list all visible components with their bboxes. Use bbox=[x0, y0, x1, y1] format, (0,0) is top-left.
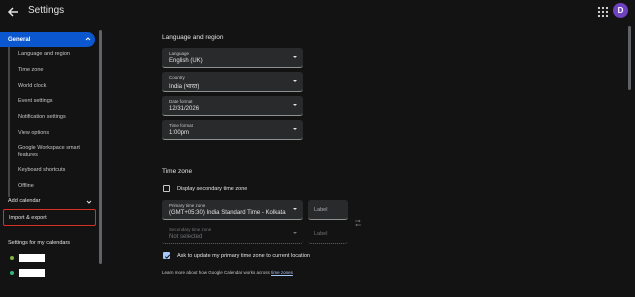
secondary-time-zone-select[interactable]: Secondary time zone Not selected bbox=[162, 224, 303, 244]
time-zones-link[interactable]: time zones bbox=[271, 270, 293, 275]
page-scrollbar[interactable] bbox=[628, 26, 631, 90]
subnav-line bbox=[8, 47, 10, 197]
sidebar-item-label: General bbox=[8, 36, 31, 43]
apps-grid-icon[interactable] bbox=[597, 6, 609, 18]
sidebar-item-offline[interactable]: Offline bbox=[18, 183, 98, 190]
date-format-select[interactable]: Date format 12/31/2026 bbox=[162, 96, 303, 116]
dropdown-arrow-icon bbox=[293, 208, 297, 210]
ask-update-checkbox-row[interactable]: Ask to update my primary time zone to cu… bbox=[163, 252, 310, 259]
language-select[interactable]: Language English (UK) bbox=[162, 48, 303, 68]
header: Settings D bbox=[0, 0, 635, 24]
redacted-calendar-name bbox=[19, 254, 45, 262]
sidebar-scrollbar[interactable] bbox=[99, 30, 102, 264]
dropdown-arrow-icon bbox=[293, 128, 297, 130]
secondary-time-zone-checkbox-row[interactable]: Display secondary time zone bbox=[163, 185, 247, 192]
dropdown-arrow-icon bbox=[293, 104, 297, 106]
checkmark-icon bbox=[164, 254, 171, 259]
chevron-up-icon bbox=[85, 37, 91, 41]
dropdown-arrow-icon bbox=[293, 56, 297, 58]
dropdown-arrow-icon bbox=[293, 232, 297, 234]
field-label: Date format bbox=[169, 99, 193, 104]
settings-app: Settings D General Language and region T… bbox=[0, 0, 635, 297]
back-arrow-icon[interactable] bbox=[6, 5, 20, 19]
sidebar-item-general[interactable]: General bbox=[0, 32, 95, 47]
settings-sidebar: General Language and region Time zone Wo… bbox=[0, 28, 100, 297]
calendar-item[interactable] bbox=[10, 254, 45, 262]
field-value: 12/31/2026 bbox=[169, 106, 200, 112]
sidebar-item-view-options[interactable]: View options bbox=[18, 130, 98, 137]
redacted-calendar-name bbox=[19, 269, 45, 277]
sidebar-item-import-export[interactable]: Import & export bbox=[3, 209, 96, 226]
field-value: Not selected bbox=[169, 234, 203, 240]
sidebar-item-world-clock[interactable]: World clock bbox=[18, 83, 98, 90]
avatar[interactable]: D bbox=[613, 3, 628, 18]
field-label: Country bbox=[169, 75, 185, 80]
primary-time-zone-select[interactable]: Primary time zone (GMT+05:30) India Stan… bbox=[162, 200, 303, 220]
sidebar-item-language-region[interactable]: Language and region bbox=[18, 51, 98, 58]
sidebar-item-event-settings[interactable]: Event settings bbox=[18, 98, 98, 105]
section-title-time-zone: Time zone bbox=[162, 168, 193, 175]
page-title: Settings bbox=[28, 5, 65, 16]
country-select[interactable]: Country India (भारत) bbox=[162, 72, 303, 92]
field-value: India (भारत) bbox=[169, 84, 200, 90]
calendar-item[interactable] bbox=[10, 269, 45, 277]
ask-update-checkbox[interactable] bbox=[163, 252, 171, 259]
checkbox-label: Display secondary time zone bbox=[177, 185, 248, 192]
learn-more-text: Learn more about how Google Calendar wor… bbox=[162, 270, 293, 275]
sidebar-item-workspace-smart-features[interactable]: Google Workspace smart features bbox=[18, 145, 96, 159]
learn-more-prefix: Learn more about how Google Calendar wor… bbox=[162, 270, 270, 275]
field-value: (GMT+05:30) India Standard Time - Kolkat… bbox=[169, 210, 286, 216]
sidebar-item-notification-settings[interactable]: Notification settings bbox=[18, 114, 98, 121]
sidebar-item-add-calendar[interactable]: Add calendar bbox=[8, 198, 40, 204]
primary-tz-label-input[interactable]: Label bbox=[308, 200, 348, 220]
settings-main: Language and region Language English (UK… bbox=[103, 24, 635, 297]
secondary-time-zone-checkbox[interactable] bbox=[163, 185, 170, 192]
secondary-tz-label-input[interactable]: Label bbox=[308, 224, 348, 244]
my-calendars-heading: Settings for my calendars bbox=[8, 240, 71, 246]
dropdown-arrow-icon bbox=[293, 80, 297, 82]
swap-icon[interactable] bbox=[354, 219, 362, 227]
sidebar-item-label: Import & export bbox=[9, 214, 47, 221]
calendar-color-dot bbox=[10, 271, 14, 275]
time-format-select[interactable]: Time format 1:00pm bbox=[162, 120, 303, 140]
sidebar-item-time-zone[interactable]: Time zone bbox=[18, 67, 98, 74]
section-title-language-region: Language and region bbox=[162, 34, 224, 41]
calendar-color-dot bbox=[10, 256, 14, 260]
field-label: Time format bbox=[169, 123, 193, 128]
field-label: Secondary time zone bbox=[169, 227, 212, 232]
chevron-down-icon[interactable] bbox=[86, 199, 92, 205]
field-value: English (UK) bbox=[169, 58, 203, 64]
field-value: 1:00pm bbox=[169, 130, 190, 136]
sidebar-item-keyboard-shortcuts[interactable]: Keyboard shortcuts bbox=[18, 167, 98, 174]
checkbox-label: Ask to update my primary time zone to cu… bbox=[177, 252, 310, 259]
field-label: Primary time zone bbox=[169, 203, 206, 208]
field-label: Language bbox=[169, 51, 190, 56]
